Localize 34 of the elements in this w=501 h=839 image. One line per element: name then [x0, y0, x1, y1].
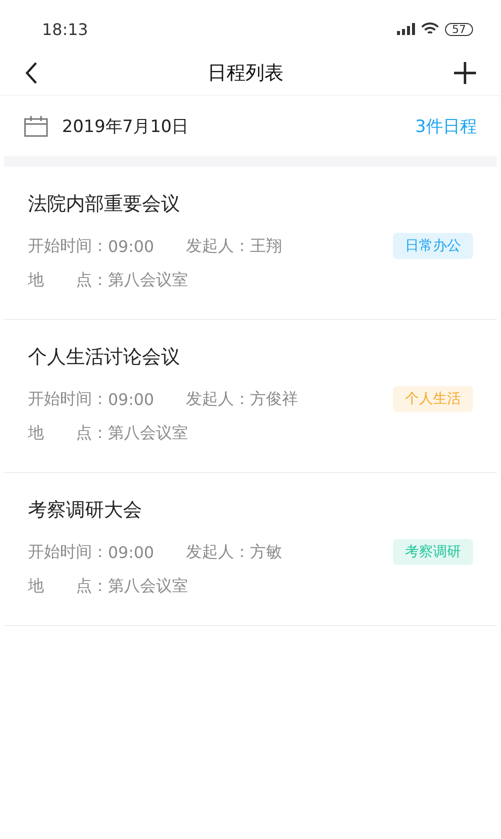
location-label: 地 点： — [28, 576, 108, 596]
initiator-label: 发起人： — [186, 388, 250, 410]
start-label: 开始时间： — [28, 236, 108, 256]
start-time: 09:00 — [108, 236, 154, 256]
date-text: 2019年7月10日 — [62, 116, 189, 138]
status-time: 18:13 — [42, 20, 88, 38]
back-icon[interactable] — [24, 60, 38, 84]
battery-icon: 57 — [445, 22, 473, 36]
initiator-name: 方俊祥 — [250, 388, 298, 410]
category-tag: 个人生活 — [393, 386, 473, 412]
location-value: 第八会议室 — [108, 270, 188, 290]
add-icon[interactable] — [453, 60, 477, 84]
start-time: 09:00 — [108, 390, 154, 408]
initiator-label: 发起人： — [186, 236, 250, 256]
location-label: 地 点： — [28, 270, 108, 290]
location-label: 地 点： — [28, 422, 108, 444]
start-label: 开始时间： — [28, 542, 108, 562]
start-time: 09:00 — [108, 542, 154, 562]
signal-icon — [397, 23, 415, 35]
start-label: 开始时间： — [28, 388, 108, 410]
wifi-icon — [421, 22, 439, 36]
initiator-name: 方敏 — [250, 542, 282, 562]
event-count[interactable]: 3件日程 — [415, 114, 477, 138]
page-title: 日程列表 — [206, 60, 284, 86]
event-title: 个人生活讨论会议 — [28, 345, 180, 370]
initiator-name: 王翔 — [250, 236, 282, 256]
event-title: 法院内部重要会议 — [28, 192, 180, 217]
initiator-label: 发起人： — [186, 542, 250, 562]
location-value: 第八会议室 — [108, 422, 188, 444]
event-title: 考察调研大会 — [28, 498, 142, 523]
calendar-icon — [24, 115, 48, 137]
category-tag: 考察调研 — [393, 539, 473, 565]
category-tag: 日常办公 — [393, 233, 473, 259]
location-value: 第八会议室 — [108, 576, 188, 596]
